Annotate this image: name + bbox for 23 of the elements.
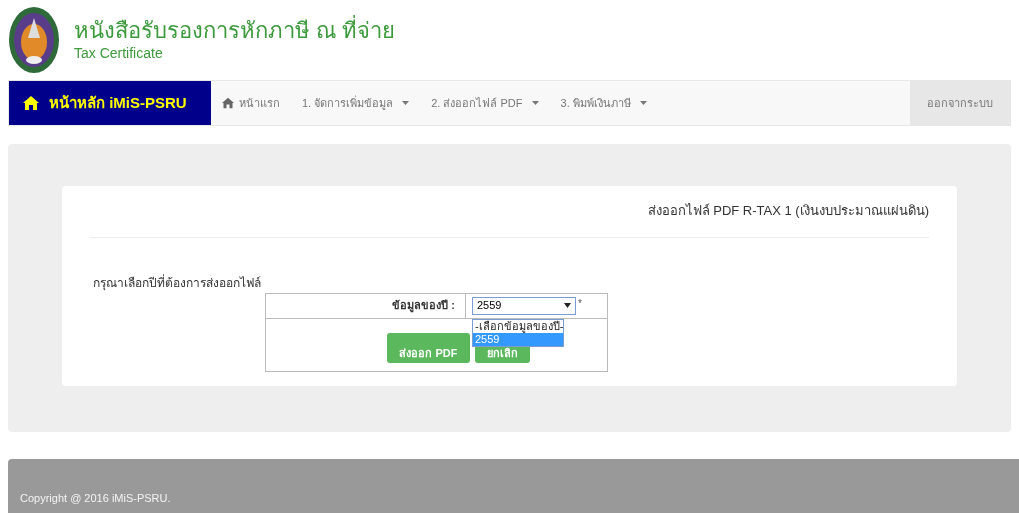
card-heading: ส่งออกไฟล์ PDF R-TAX 1 (เงินงบประมาณแผ่นดิน) (647, 202, 929, 220)
field-label: ข้อมูลของปี : (392, 298, 455, 314)
page-subtitle: Tax Certificate (74, 44, 164, 62)
caret-icon (531, 101, 539, 105)
caret-icon (402, 101, 410, 105)
required-mark: * (578, 296, 582, 311)
emblem-logo (8, 6, 60, 74)
year-select[interactable]: 2559 (472, 296, 576, 315)
brand-link[interactable]: หน้าหลัก iMiS-PSRU (9, 81, 211, 125)
nav-link[interactable]: 3. พิมพ์เงินภาษี (549, 81, 658, 125)
copyright-text: Copyright @ 2016 iMiS-PSRU. (20, 492, 171, 504)
nav-link[interactable]: 1. จัดการเพิ่มข้อมูล (291, 81, 421, 125)
home-icon (23, 95, 39, 111)
action-button[interactable]: ส่งออก PDF (387, 332, 470, 363)
logout-link[interactable]: ออกจากระบบ (910, 81, 1010, 125)
nav-link[interactable]: หน้าแรก (211, 81, 291, 125)
prompt-text: กรุณาเลือกปีที่ต้องการส่งออกไฟล์ (93, 273, 262, 292)
home-icon (222, 97, 234, 109)
dropdown-option[interactable]: 2559 (473, 332, 563, 346)
caret-icon (564, 303, 571, 308)
caret-icon (639, 101, 647, 105)
dropdown-option[interactable]: -เลือกข้อมูลของปี- (473, 319, 563, 333)
nav-link[interactable]: 2. ส่งออกไฟล์ PDF (420, 81, 550, 125)
